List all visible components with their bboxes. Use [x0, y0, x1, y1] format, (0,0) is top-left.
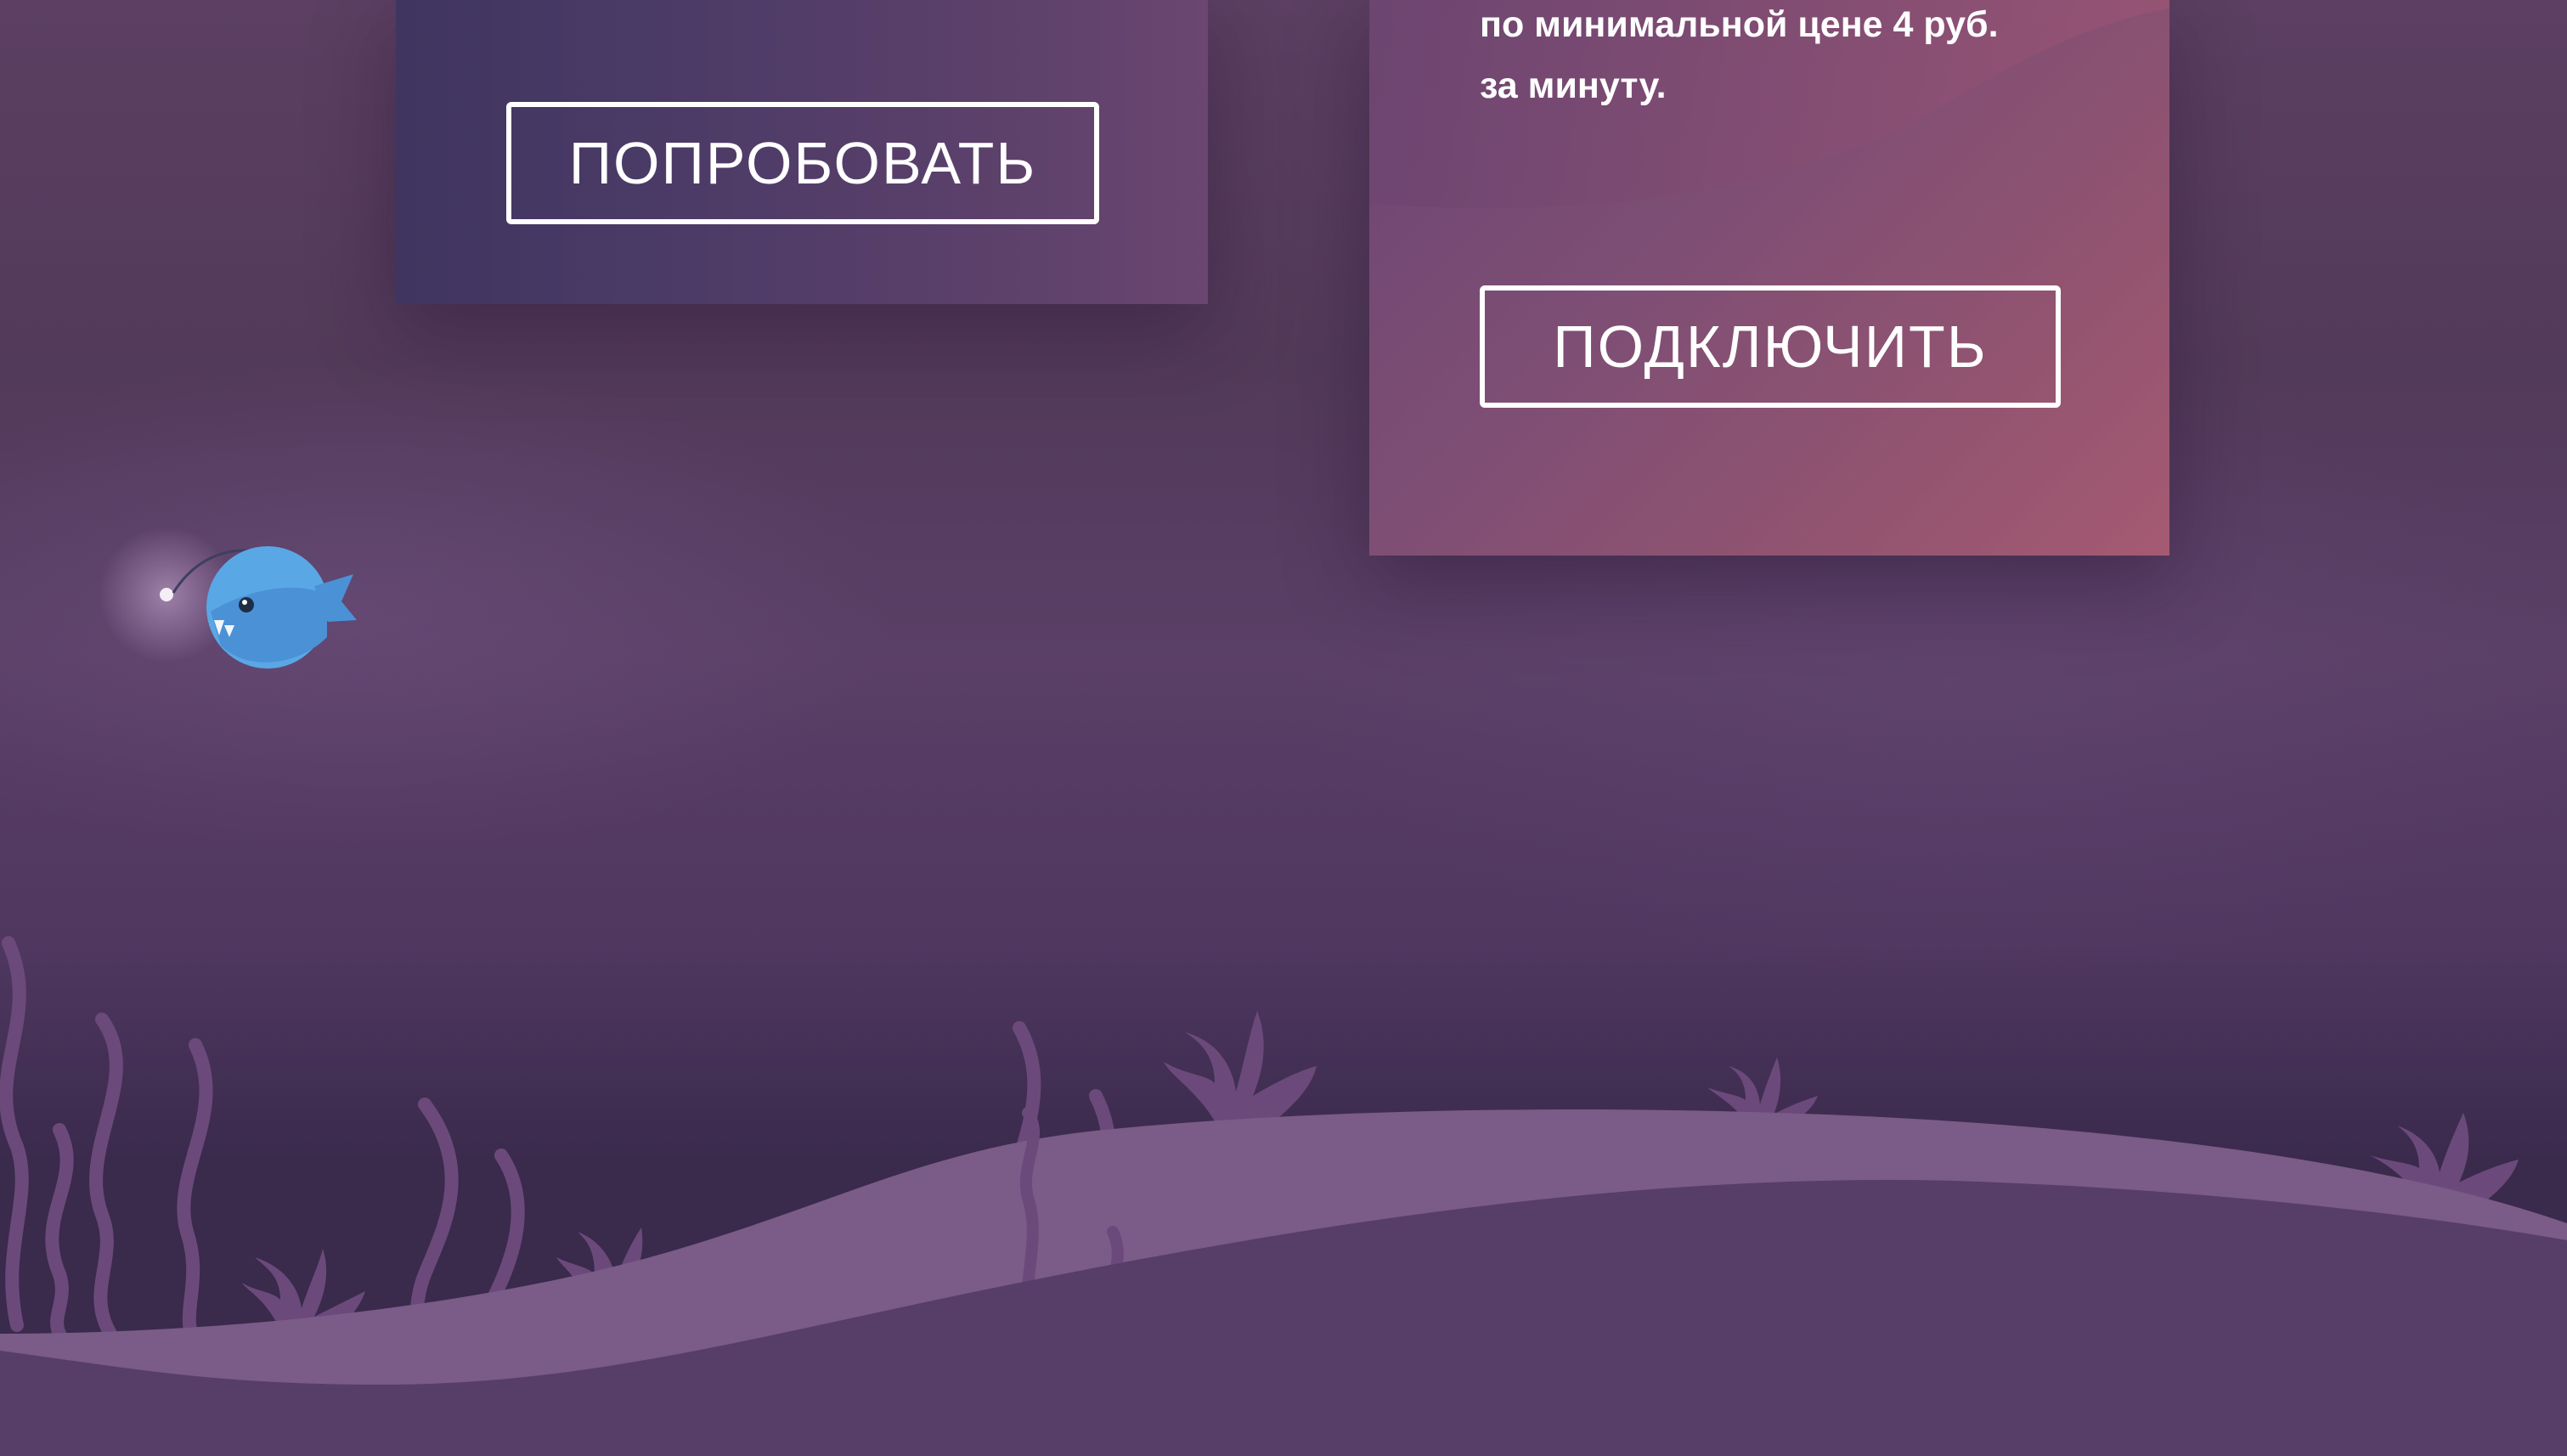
connect-card: по минимальной цене 4 руб. за минуту. ПО… — [1369, 0, 2169, 556]
try-card: ПОПРОБОВАТЬ — [396, 0, 1208, 304]
try-button[interactable]: ПОПРОБОВАТЬ — [506, 102, 1099, 224]
connect-button[interactable]: ПОДКЛЮЧИТЬ — [1480, 285, 2061, 408]
anglerfish-icon — [99, 527, 357, 669]
seabed-illustration — [0, 936, 2567, 1456]
pricing-text-line-1: по минимальной цене 4 руб. — [1480, 4, 1999, 45]
pricing-text-line-2: за минуту. — [1480, 65, 1667, 106]
underwater-scene: ПОПРОБОВАТЬ по минимальной цене 4 руб. з… — [0, 0, 2567, 1456]
